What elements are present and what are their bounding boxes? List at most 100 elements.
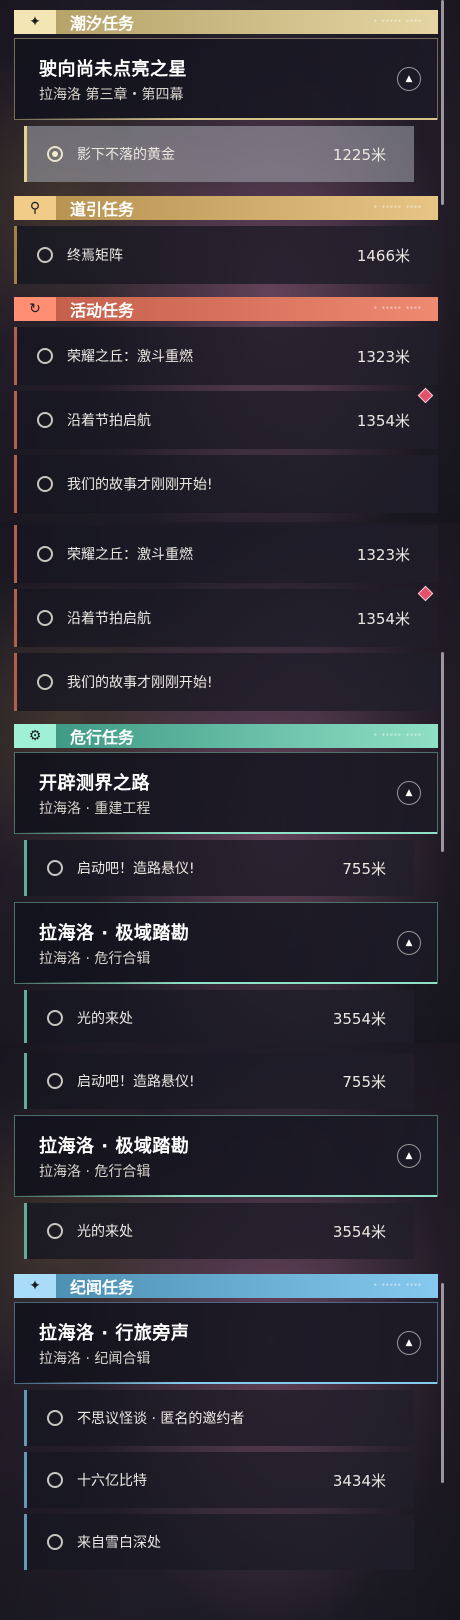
- accent-bar: [24, 1390, 27, 1446]
- quest-name: 十六亿比特: [77, 1473, 147, 1489]
- category-guide: ⚲ 道引任务 ▪ ▪▪▪▪▪ ▪▪▪▪: [14, 196, 438, 220]
- accent-bar: [24, 840, 27, 896]
- quest-row[interactable]: 沿着节拍启航 1354米: [14, 391, 438, 449]
- quest-name: 启动吧！造路悬仪!: [77, 1074, 195, 1090]
- quest-row[interactable]: 我们的故事才刚刚开始!: [14, 455, 438, 513]
- category-decor: ▪ ▪▪▪▪▪ ▪▪▪▪: [373, 732, 422, 738]
- quest-list-panel-2: 荣耀之丘：激斗重燃 1323米 沿着节拍启航 1354米 我们的故事才刚刚开始!…: [0, 522, 460, 1043]
- quest-row[interactable]: 荣耀之丘：激斗重燃 1323米: [14, 525, 438, 583]
- accent-bar: [14, 589, 17, 647]
- category-record: ✦ 纪闻任务 ▪ ▪▪▪▪▪ ▪▪▪▪: [14, 1274, 438, 1298]
- quest-card-road[interactable]: 开辟测界之路 拉海洛 · 重建工程 ▲: [14, 752, 438, 834]
- card-underline: [15, 982, 437, 984]
- quest-row[interactable]: 我们的故事才刚刚开始!: [14, 653, 438, 711]
- radio-icon: [47, 1223, 63, 1239]
- accent-bar: [14, 327, 17, 385]
- card-title: 驶向尚未点亮之星: [39, 59, 187, 80]
- radio-icon: [47, 860, 63, 876]
- triangle-up-icon[interactable]: ▲: [397, 1331, 421, 1355]
- quest-list-panel-3: 启动吧！造路悬仪! 755米 拉海洛 · 极域踏勘 拉海洛 · 危行合辑 ▲ 光…: [0, 1043, 460, 1620]
- quest-card-polar[interactable]: 拉海洛 · 极域踏勘 拉海洛 · 危行合辑 ▲: [14, 1115, 438, 1197]
- quest-name: 荣耀之丘：激斗重燃: [67, 349, 193, 365]
- quest-name: 荣耀之丘：激斗重燃: [67, 547, 193, 563]
- quest-row[interactable]: 启动吧！造路悬仪! 755米: [24, 840, 414, 896]
- accent-bar: [24, 126, 27, 182]
- category-decor: ▪ ▪▪▪▪▪ ▪▪▪▪: [373, 1282, 422, 1288]
- quest-row-selected[interactable]: 影下不落的黄金 1225米: [24, 126, 414, 182]
- quest-distance: 1354米: [356, 609, 410, 628]
- card-underline: [15, 1195, 437, 1197]
- quest-name: 我们的故事才刚刚开始!: [67, 477, 213, 493]
- radio-icon: [37, 546, 53, 562]
- radio-selected-icon: [47, 146, 63, 162]
- quest-row[interactable]: 不思议怪谈 · 匿名的邀约者: [24, 1390, 414, 1446]
- card-underline: [15, 118, 437, 120]
- card-subtitle: 拉海洛 · 重建工程: [39, 801, 151, 817]
- quest-row[interactable]: 荣耀之丘：激斗重燃 1323米: [14, 327, 438, 385]
- quest-row[interactable]: 启动吧！造路悬仪! 755米: [24, 1053, 414, 1109]
- quest-distance: 1354米: [356, 411, 410, 430]
- radio-icon: [47, 1073, 63, 1089]
- quest-row[interactable]: 十六亿比特 3434米: [24, 1452, 414, 1508]
- scrollbar[interactable]: [441, 1283, 444, 1483]
- quest-row[interactable]: 沿着节拍启航 1354米: [14, 589, 438, 647]
- accent-bar: [24, 1452, 27, 1508]
- triangle-up-icon[interactable]: ▲: [397, 67, 421, 91]
- radio-icon: [47, 1534, 63, 1550]
- radio-icon: [47, 1010, 63, 1026]
- quest-distance: 1323米: [356, 545, 410, 564]
- quest-name: 沿着节拍启航: [67, 413, 151, 429]
- quest-list-panel-1: ✦ 潮汐任务 ▪ ▪▪▪▪▪ ▪▪▪▪ 驶向尚未点亮之星 拉海洛 第三章・第四幕…: [0, 0, 460, 522]
- quest-card-travel[interactable]: 拉海洛 · 行旅旁声 拉海洛 · 纪闻合辑 ▲: [14, 1302, 438, 1384]
- quest-card-tide-main[interactable]: 驶向尚未点亮之星 拉海洛 第三章・第四幕 ▲: [14, 38, 438, 120]
- quest-name: 启动吧！造路悬仪!: [77, 861, 195, 877]
- quest-card-polar[interactable]: 拉海洛 · 极域踏勘 拉海洛 · 危行合辑 ▲: [14, 902, 438, 984]
- quest-name: 光的来处: [77, 1224, 133, 1240]
- quest-row[interactable]: 终焉矩阵 1466米: [14, 226, 438, 284]
- card-title: 拉海洛 · 行旅旁声: [39, 1323, 190, 1344]
- radio-icon: [37, 348, 53, 364]
- radio-icon: [47, 1410, 63, 1426]
- card-subtitle: 拉海洛 第三章・第四幕: [39, 87, 184, 103]
- scrollbar[interactable]: [441, 0, 444, 205]
- quest-row[interactable]: 来自雪白深处: [24, 1514, 414, 1570]
- quest-distance: 1466米: [356, 246, 410, 265]
- gear-icon: ⚙: [14, 724, 56, 748]
- accent-bar: [24, 990, 27, 1043]
- quest-name: 影下不落的黄金: [77, 147, 175, 163]
- triangle-up-icon[interactable]: ▲: [397, 781, 421, 805]
- quest-distance: 3554米: [332, 1009, 386, 1028]
- card-title: 拉海洛 · 极域踏勘: [39, 1136, 190, 1157]
- quest-name: 来自雪白深处: [77, 1535, 161, 1551]
- scrollbar[interactable]: [441, 652, 444, 852]
- quest-distance: 1225米: [332, 145, 386, 164]
- card-subtitle: 拉海洛 · 纪闻合辑: [39, 1351, 151, 1367]
- quest-distance: 1323米: [356, 347, 410, 366]
- refresh-icon: ↻: [14, 297, 56, 321]
- triangle-up-icon[interactable]: ▲: [397, 1144, 421, 1168]
- map-pin-icon: ⚲: [14, 196, 56, 220]
- radio-icon: [37, 412, 53, 428]
- category-decor: ▪ ▪▪▪▪▪ ▪▪▪▪: [373, 18, 422, 24]
- category-danger: ⚙ 危行任务 ▪ ▪▪▪▪▪ ▪▪▪▪: [14, 724, 438, 748]
- accent-bar: [14, 653, 17, 711]
- quest-row[interactable]: 光的来处 3554米: [24, 1203, 414, 1259]
- card-title: 拉海洛 · 极域踏勘: [39, 923, 190, 944]
- radio-icon: [37, 247, 53, 263]
- category-tide: ✦ 潮汐任务 ▪ ▪▪▪▪▪ ▪▪▪▪: [14, 10, 438, 34]
- radio-icon: [47, 1472, 63, 1488]
- card-subtitle: 拉海洛 · 危行合辑: [39, 1164, 151, 1180]
- sparkle-icon: ✦: [14, 10, 56, 34]
- radio-icon: [37, 476, 53, 492]
- quest-distance: 3554米: [332, 1222, 386, 1241]
- triangle-up-icon[interactable]: ▲: [397, 931, 421, 955]
- radio-icon: [37, 674, 53, 690]
- quest-name: 我们的故事才刚刚开始!: [67, 675, 213, 691]
- quest-name: 光的来处: [77, 1011, 133, 1027]
- card-title: 开辟测界之路: [39, 773, 150, 794]
- category-decor: ▪ ▪▪▪▪▪ ▪▪▪▪: [373, 305, 422, 311]
- quest-distance: 755米: [342, 859, 386, 878]
- quest-distance: 755米: [342, 1072, 386, 1091]
- accent-bar: [14, 525, 17, 583]
- quest-row[interactable]: 光的来处 3554米: [24, 990, 414, 1043]
